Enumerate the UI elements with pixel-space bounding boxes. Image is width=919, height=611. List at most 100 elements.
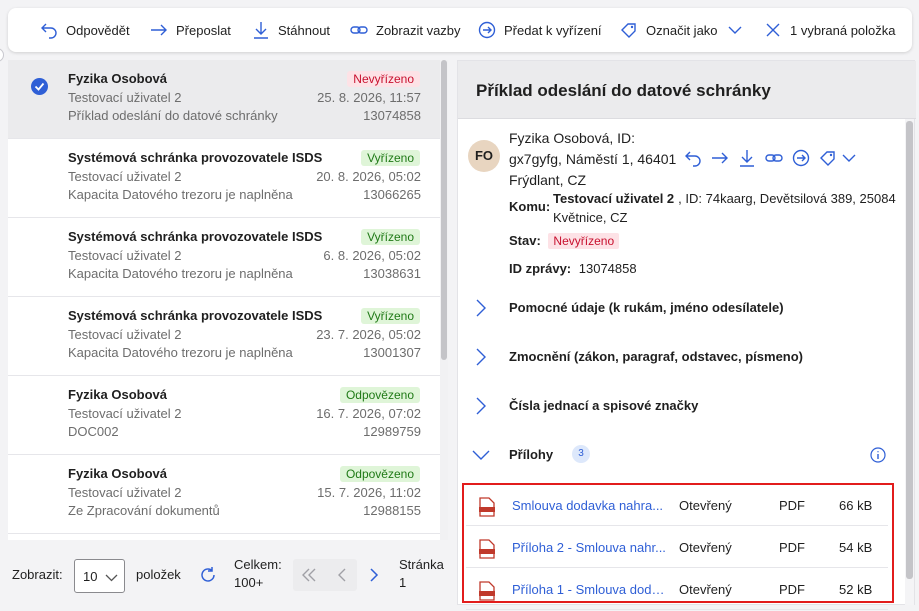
attachments-count-badge: 3 xyxy=(572,445,590,463)
detail-scrollbar[interactable] xyxy=(905,119,914,605)
next-page-icon[interactable] xyxy=(365,566,383,584)
message-row[interactable]: Fyzika Osobová Odpovězeno Testovací uživat… xyxy=(8,455,440,534)
attachment-format: PDF xyxy=(779,498,805,513)
message-row[interactable]: Fyzika Osobová Nevyřízeno Testovací uživat… xyxy=(8,60,440,139)
message-recipient: Testovací uživatel 2 xyxy=(68,169,182,184)
attachment-name[interactable]: Příloha 1 - Smlouva doda... xyxy=(512,582,668,597)
handover-label: Předat k vyřízení xyxy=(504,22,602,38)
message-row[interactable]: Systémová schránka provozovatele ISDS Vyř… xyxy=(8,218,440,297)
download-button[interactable]: Stáhnout xyxy=(252,8,330,52)
attachment-size: 66 kB xyxy=(839,498,873,513)
attachment-name[interactable]: Příloha 2 - Smlouva nahr... xyxy=(512,540,668,555)
forward-label: Přeposlat xyxy=(176,22,231,38)
detail-section-toggle[interactable]: Čísla jednací a spisové značky xyxy=(468,393,888,419)
attachment-row[interactable]: Příloha 1 - Smlouva doda... Otevřený PDF… xyxy=(466,569,888,610)
attachment-state: Otevřený xyxy=(679,540,732,555)
sender-line-2: gx7gyfg, Náměstí 1, 46401 xyxy=(509,151,677,167)
sender-line-3: Frýdlant, CZ xyxy=(509,172,587,188)
message-recipient: Testovací uživatel 2 xyxy=(68,90,182,105)
attachment-format: PDF xyxy=(779,540,805,555)
message-row[interactable]: Systémová schránka provozovatele ISDS Vyř… xyxy=(8,139,440,218)
circle-arrow-right-icon[interactable] xyxy=(792,149,810,167)
selected-check-icon[interactable] xyxy=(31,78,48,95)
show-links-label: Zobrazit vazby xyxy=(376,22,461,38)
attachment-state: Otevřený xyxy=(679,498,732,513)
clear-selection-button[interactable]: 1 vybraná položka xyxy=(764,8,896,52)
page-label: Stránka xyxy=(399,557,444,572)
circle-arrow-right-icon xyxy=(478,21,496,39)
message-sender: Systémová schránka provozovatele ISDS xyxy=(68,308,323,323)
message-recipient: Testovací uživatel 2 xyxy=(68,406,182,421)
chevron-right-icon xyxy=(476,348,486,366)
show-links-button[interactable]: Zobrazit vazby xyxy=(350,8,461,52)
mark-as-button[interactable]: Označit jako xyxy=(620,8,744,52)
message-detail: Příklad odeslání do datové schránky FO F… xyxy=(457,60,916,610)
message-date: 20. 8. 2026, 05:02 xyxy=(316,169,421,184)
to-city: Květnice, CZ xyxy=(553,210,628,225)
attachment-state: Otevřený xyxy=(679,582,732,597)
pagination: Zobrazit: 10 položek Celkem: 100+ Stránk… xyxy=(0,545,452,605)
attachment-row[interactable]: Příloha 2 - Smlouva nahr... Otevřený PDF… xyxy=(466,527,888,568)
message-recipient: Testovací uživatel 2 xyxy=(68,327,182,342)
link-icon[interactable] xyxy=(765,149,783,167)
message-status-badge: Odpovězeno xyxy=(339,466,420,482)
message-subject: DOC002 xyxy=(68,424,119,439)
message-list: Fyzika Osobová Nevyřízeno Testovací uživat… xyxy=(8,60,448,540)
sender-info: Fyzika Osobová, ID: gx7gyfg, Náměstí 1, … xyxy=(509,128,694,191)
chevron-down-icon xyxy=(472,450,490,460)
page-size-select[interactable]: 10 xyxy=(74,559,125,593)
tag-icon[interactable] xyxy=(819,149,837,167)
message-subject: Kapacita Datového trezoru je naplněna xyxy=(68,345,293,360)
reply-button[interactable]: Odpovědět xyxy=(40,8,130,52)
message-recipient: Testovací uživatel 2 xyxy=(68,485,182,500)
message-status-badge: Vyřízeno xyxy=(361,150,420,166)
to-address: , ID: 74kaarg, Devětsilová 389, 25084 xyxy=(678,191,896,206)
message-subject: Ze Zpracování dokumentů xyxy=(68,503,220,518)
message-recipient: Testovací uživatel 2 xyxy=(68,248,182,263)
pdf-file-icon xyxy=(479,497,495,517)
detail-title: Příklad odeslání do datové schránky xyxy=(476,81,771,100)
total-value: 100+ xyxy=(234,575,264,590)
attachment-format: PDF xyxy=(779,582,805,597)
forward-button[interactable]: Přeposlat xyxy=(150,8,231,52)
message-id: 12988155 xyxy=(363,503,421,518)
first-page-icon[interactable] xyxy=(300,566,318,584)
attachment-name[interactable]: Smlouva dodavka nahra... xyxy=(512,498,668,513)
message-row[interactable]: Systémová schránka provozovatele ISDS Vyř… xyxy=(8,297,440,376)
attachments-section-toggle[interactable]: Přílohy 3 xyxy=(468,442,888,468)
detail-section-toggle[interactable]: Zmocnění (zákon, paragraf, odstavec, pís… xyxy=(468,344,888,370)
message-sender: Fyzika Osobová xyxy=(68,466,167,481)
message-subject: Příklad odeslání do datové schránky xyxy=(68,108,278,123)
link-icon xyxy=(350,26,368,34)
arrow-right-icon[interactable] xyxy=(711,149,729,167)
total-label: Celkem: xyxy=(234,557,282,572)
message-date: 6. 8. 2026, 05:02 xyxy=(323,248,421,263)
detail-section-label: Pomocné údaje (k rukám, jméno odesílatel… xyxy=(509,300,784,315)
message-sender: Fyzika Osobová xyxy=(68,71,167,86)
message-status-badge: Vyřízeno xyxy=(361,229,420,245)
detail-scroll-thumb[interactable] xyxy=(906,121,913,579)
info-icon[interactable] xyxy=(870,447,886,463)
chevron-down-icon xyxy=(105,574,118,582)
detail-section-toggle[interactable]: Pomocné údaje (k rukám, jméno odesílatel… xyxy=(468,295,888,321)
message-date: 25. 8. 2026, 11:57 xyxy=(317,90,421,105)
attachment-row[interactable]: Smlouva dodavka nahra... Otevřený PDF 66… xyxy=(466,485,888,526)
message-status-badge: Vyřízeno xyxy=(361,308,420,324)
download-icon[interactable] xyxy=(738,149,756,167)
attachment-size: 54 kB xyxy=(839,540,873,555)
message-id-label: ID zprávy: xyxy=(509,261,572,276)
reply-icon[interactable] xyxy=(684,149,702,167)
handover-button[interactable]: Předat k vyřízení xyxy=(478,8,602,52)
chevron-down-icon[interactable] xyxy=(840,149,858,167)
message-sender: Systémová schránka provozovatele ISDS xyxy=(68,229,323,244)
panel-edge-handle[interactable] xyxy=(0,48,4,62)
refresh-icon[interactable] xyxy=(198,565,218,585)
chevron-down-icon xyxy=(728,26,742,34)
chevron-right-icon xyxy=(476,299,486,317)
message-list-scrollbar[interactable] xyxy=(440,60,448,540)
pdf-file-icon xyxy=(479,581,495,601)
selected-count-label: 1 vybraná položka xyxy=(790,22,896,38)
previous-page-icon[interactable] xyxy=(333,566,351,584)
message-list-scroll-thumb[interactable] xyxy=(441,60,447,360)
message-row[interactable]: Fyzika Osobová Odpovězeno Testovací uživat… xyxy=(8,376,440,455)
